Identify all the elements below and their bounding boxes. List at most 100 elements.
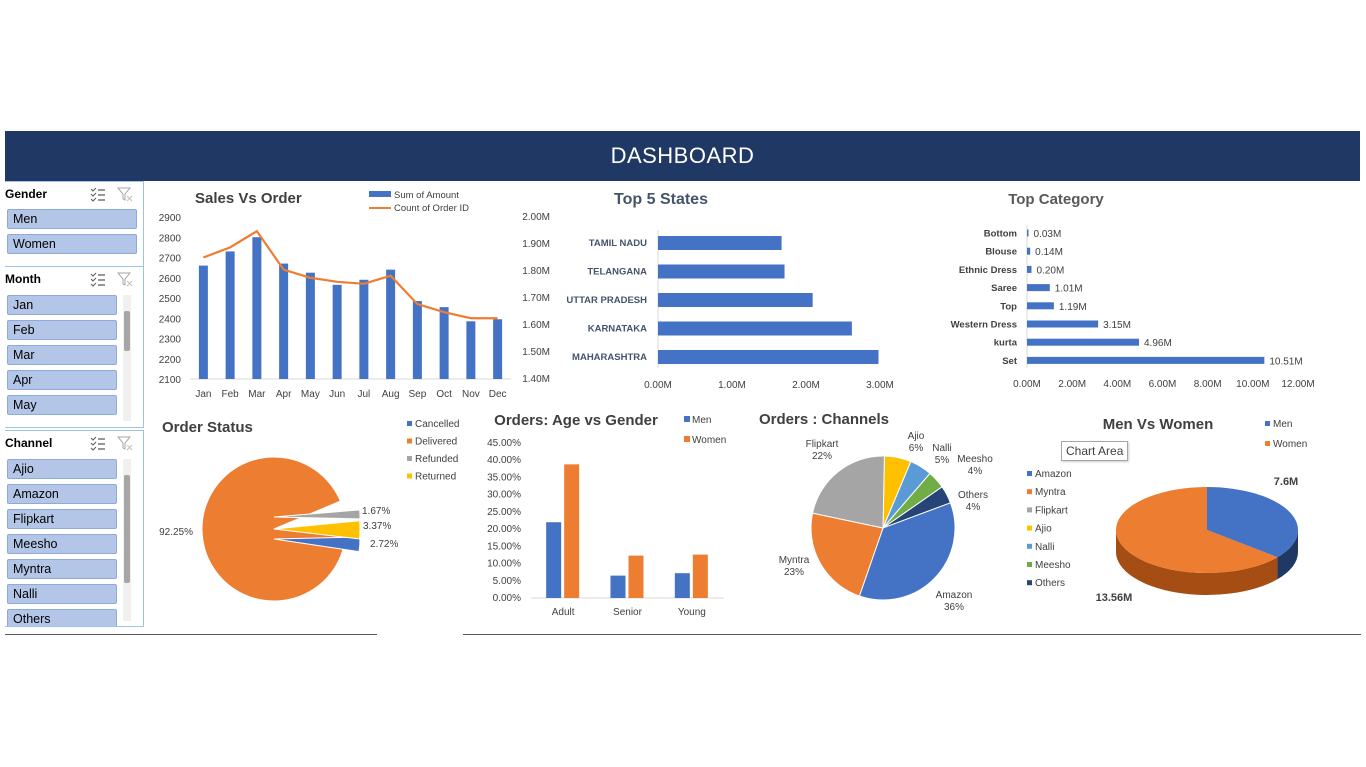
data-label: 1.01M (1055, 284, 1083, 295)
category-label: TELANGANA (587, 267, 647, 278)
slicer-item-label: Myntra (13, 562, 52, 576)
slicer-item-jan[interactable]: Jan (7, 295, 117, 315)
category-label: UTTAR PRADESH (566, 295, 647, 306)
multi-select-icon[interactable] (90, 435, 106, 451)
legend-label: Cancelled (415, 419, 459, 430)
clear-filter-icon[interactable] (117, 435, 133, 451)
slicer-item-mar[interactable]: Mar (7, 345, 117, 365)
y-tick-label: 2600 (159, 274, 182, 285)
y-tick-label: 2300 (159, 335, 182, 346)
slicer-item-label: Ajio (13, 462, 34, 476)
bar (225, 251, 235, 379)
legend-label: Sum of Amount (394, 190, 459, 201)
legend-label: Nalli (1035, 542, 1054, 553)
pie-side (1277, 530, 1298, 580)
x-tick-label: Apr (276, 389, 292, 400)
y-tick-label: 2100 (159, 375, 182, 386)
slicer-item-myntra[interactable]: Myntra (7, 559, 117, 579)
bar (692, 554, 708, 598)
month-slicer[interactable]: Month Jan Feb Mar Apr May (5, 266, 144, 428)
bar (1027, 320, 1099, 328)
legend-swatch (369, 191, 391, 197)
category-label: kurta (994, 338, 1018, 349)
data-label: 22% (812, 451, 832, 462)
y-tick-label: 2700 (159, 254, 182, 265)
channel-scrollbar[interactable] (123, 459, 131, 621)
legend-swatch (1027, 471, 1032, 476)
bar (305, 272, 315, 379)
pie-slice (882, 460, 931, 529)
bar (1027, 338, 1140, 346)
data-label: Nalli (932, 443, 951, 454)
legend-swatch (407, 456, 412, 461)
slicer-item-nalli[interactable]: Nalli (7, 584, 117, 604)
category-label: TAMIL NADU (589, 238, 647, 249)
x-tick-label: 8.00M (1194, 379, 1222, 390)
bar (564, 464, 580, 598)
y-tick-label: 20.00% (487, 524, 521, 535)
slicer-item-label: Nalli (13, 587, 38, 601)
clear-filter-icon[interactable] (117, 186, 133, 202)
y-tick-label: 25.00% (487, 507, 521, 518)
slicer-item-amazon[interactable]: Amazon (7, 484, 117, 504)
data-label: Meesho (957, 454, 993, 465)
legend-label: Delivered (415, 437, 457, 448)
month-scrollbar[interactable] (123, 295, 131, 421)
bar (332, 284, 342, 379)
bar (1027, 284, 1050, 292)
legend-swatch (684, 436, 690, 442)
legend-label: Refunded (415, 454, 458, 465)
category-label: Bottom (984, 229, 1017, 240)
legend-swatch (1265, 441, 1270, 446)
slicer-item-apr[interactable]: Apr (7, 370, 117, 390)
channel-slicer[interactable]: Channel Ajio Amazon Flipkart Meesho Mynt… (5, 430, 144, 627)
slicer-item-label: Flipkart (13, 512, 54, 526)
channel-slicer-title: Channel (5, 436, 53, 450)
multi-select-icon[interactable] (90, 271, 106, 287)
gender-slicer-title: Gender (5, 187, 48, 201)
slicer-item-flipkart[interactable]: Flipkart (7, 509, 117, 529)
x-tick-label: Jan (195, 389, 211, 400)
pie-slice (273, 520, 361, 540)
bar (658, 321, 852, 336)
month-scrollbar-thumb[interactable] (124, 311, 130, 351)
multi-select-icon[interactable] (90, 186, 106, 202)
data-label: 0.20M (1037, 265, 1065, 276)
legend-label: Others (1035, 578, 1065, 589)
bar (1027, 247, 1031, 255)
legend-label: Flipkart (1035, 505, 1068, 516)
slicer-item-ajio[interactable]: Ajio (7, 459, 117, 479)
slicer-item-others[interactable]: Others (7, 609, 117, 626)
x-tick-label: Oct (436, 389, 452, 400)
x-tick-label: Mar (248, 389, 266, 400)
legend-swatch (1027, 543, 1032, 549)
legend-swatch (407, 421, 412, 426)
pie-slice (882, 486, 952, 529)
channel-scrollbar-thumb[interactable] (124, 475, 130, 583)
pie-slice (882, 455, 912, 529)
pie-side (1116, 530, 1278, 596)
bar (252, 237, 262, 379)
pie-slice (201, 456, 347, 602)
data-label: Ajio (908, 431, 925, 442)
chart-title: Top Category (1008, 191, 1104, 208)
y-tick-label: 0.00% (493, 593, 521, 604)
x-tick-label: 12.00M (1281, 379, 1314, 390)
y-tick-label: 40.00% (487, 455, 521, 466)
dashboard-banner: DASHBOARD (5, 131, 1360, 181)
chart-title: Order Status (162, 419, 253, 436)
bar (1027, 356, 1265, 364)
slicer-item-meesho[interactable]: Meesho (7, 534, 117, 554)
data-label: 6% (909, 443, 924, 454)
slicer-item-men[interactable]: Men (7, 209, 137, 229)
slicer-item-women[interactable]: Women (7, 234, 137, 254)
legend-label: Men (692, 415, 711, 426)
data-label: 4.96M (1144, 338, 1172, 349)
category-label: Western Dress (951, 320, 1017, 331)
slicer-item-may[interactable]: May (7, 395, 117, 415)
pie-slice (273, 509, 361, 520)
slicer-item-feb[interactable]: Feb (7, 320, 117, 340)
clear-filter-icon[interactable] (117, 271, 133, 287)
gender-slicer[interactable]: Gender Men Women (5, 181, 144, 267)
legend-label: Ajio (1035, 524, 1052, 535)
